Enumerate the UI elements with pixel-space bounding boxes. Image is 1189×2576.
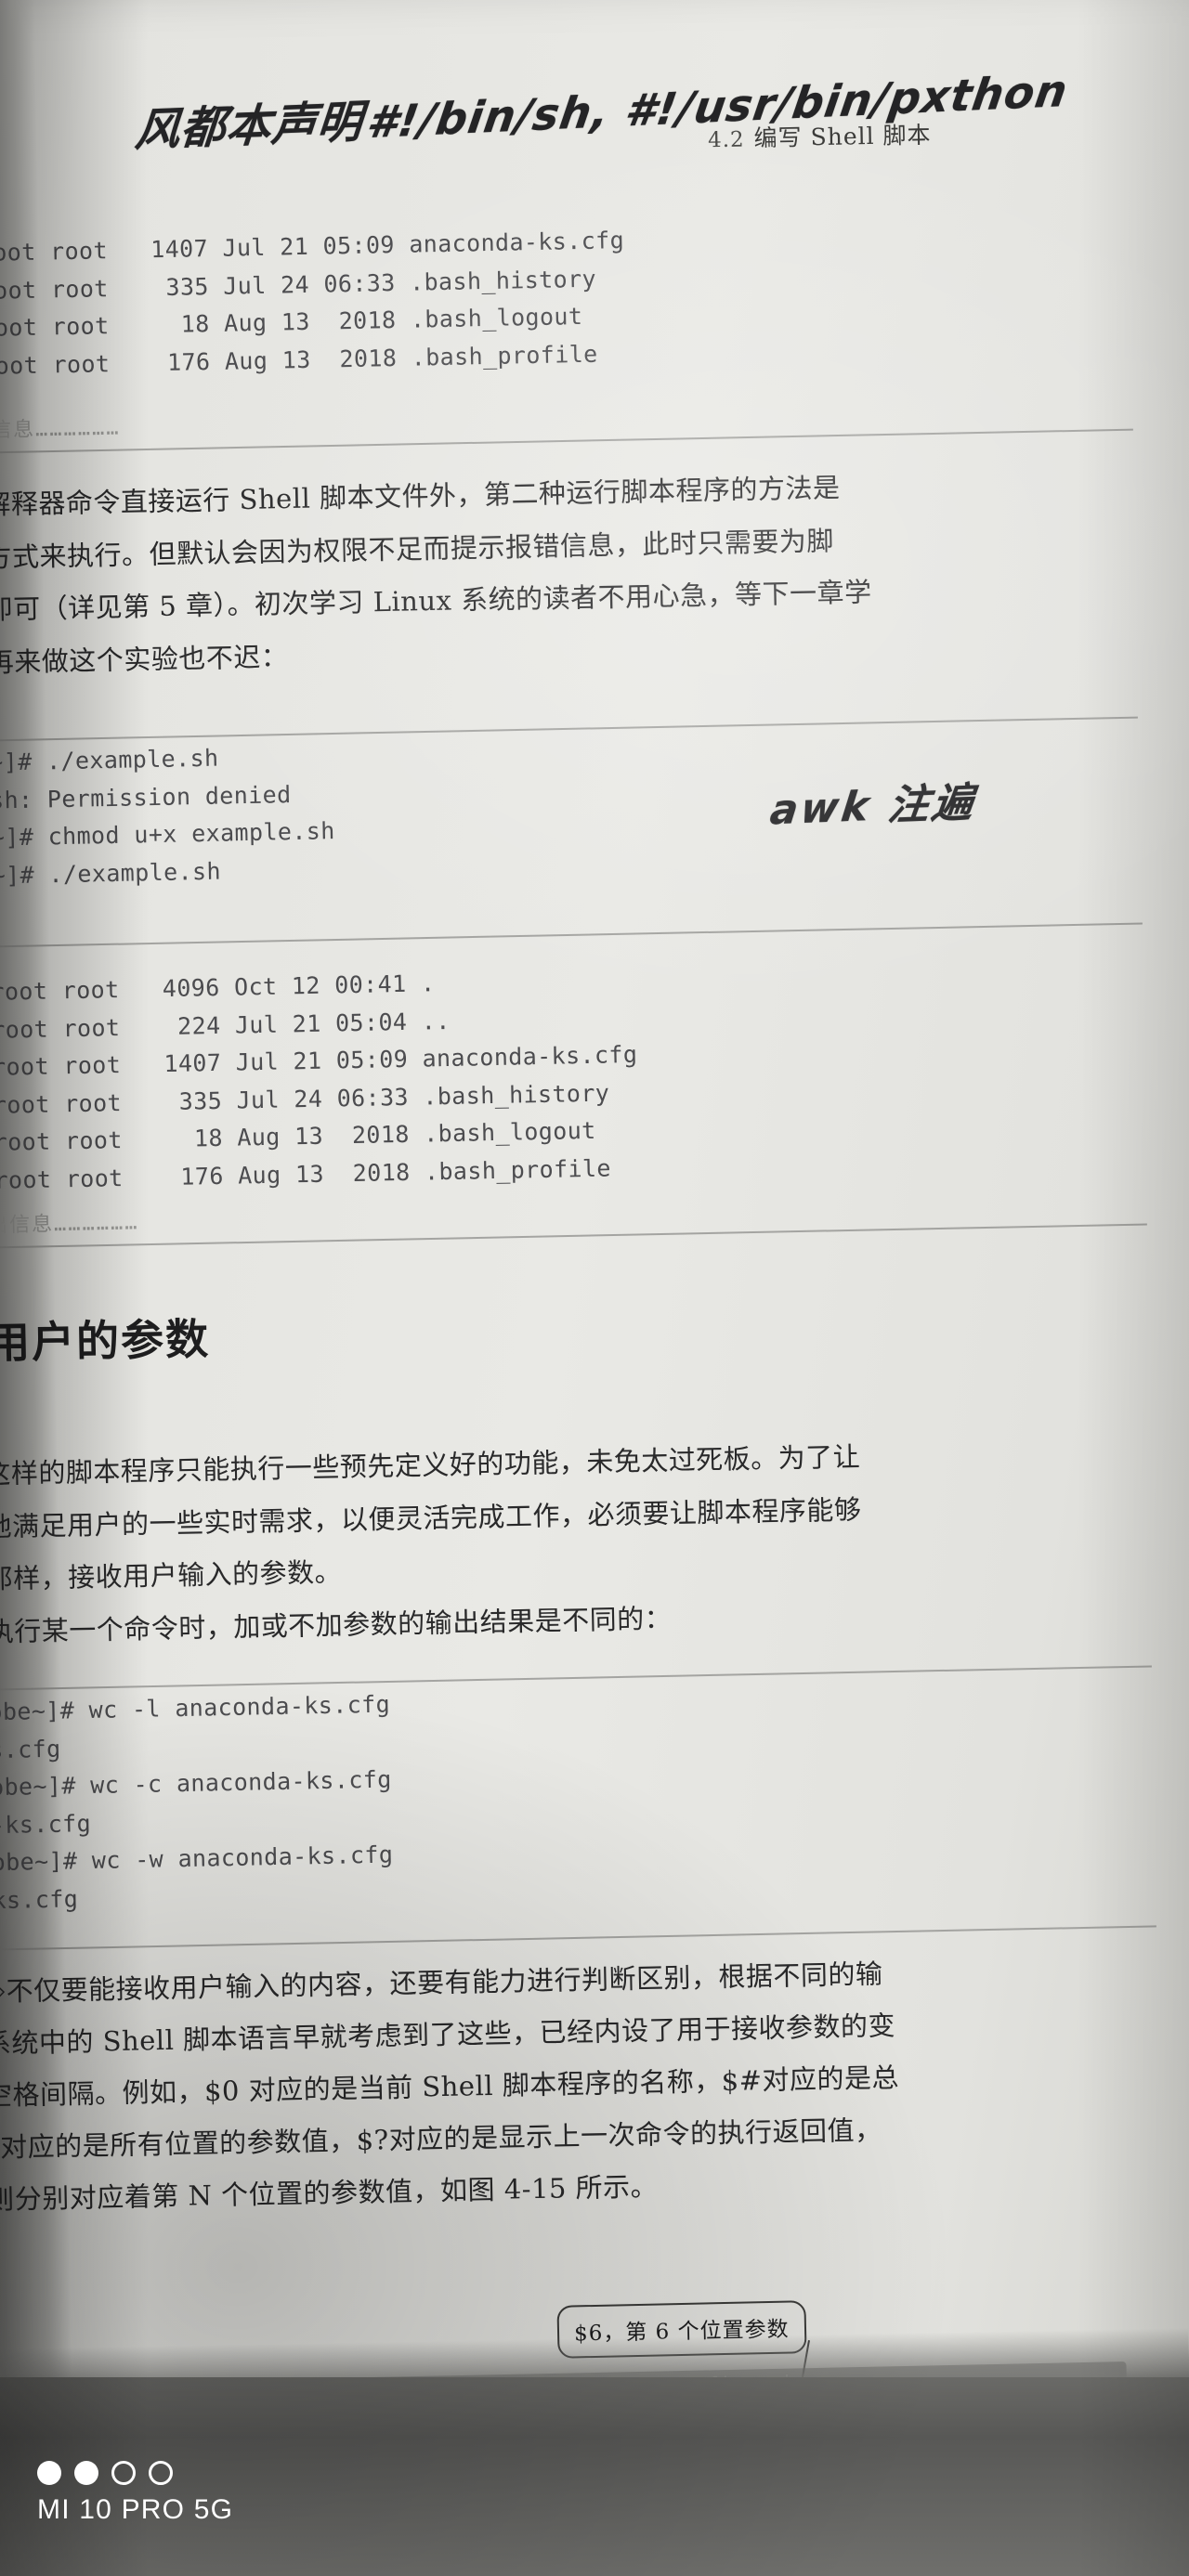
watermark-dots [37, 2461, 233, 2485]
watermark-model-text: MI 10 PRO 5G [37, 2494, 234, 2525]
section-heading: 用户的参数 [0, 1313, 211, 1369]
hrule-2 [0, 716, 1138, 742]
watermark-dot-2 [74, 2461, 98, 2485]
watermark-dot-4 [149, 2461, 173, 2485]
watermark-dot-1 [37, 2461, 61, 2485]
photographed-book-page: 4.2 编写 Shell 脚本 风都本声明 #!/bin/sh, #!/usr/b… [0, 0, 1189, 2576]
page-bleed-through [399, 1299, 486, 1329]
device-watermark: MI 10 PRO 5G [37, 2461, 233, 2526]
handwritten-note-1: 风都本声明 [133, 96, 365, 157]
hrule-4 [0, 1223, 1147, 1249]
handwritten-note-3: awk 注遍 [767, 778, 979, 835]
code-block-1-tail: 信息……………… [0, 416, 121, 443]
code-block-3: root root 4096 Oct 12 00:41 . root root … [0, 969, 638, 1194]
code-block-4: robe~]# wc -l anaconda-ks.cfg ks.cfg rob… [0, 1690, 394, 1914]
hrule-3 [0, 922, 1143, 948]
paragraph-3: ⇨不仅要能接收用户输入的内容，还要有能力进行判断区别，根据不同的输 系统中的 S… [0, 1958, 900, 2216]
hrule-6 [0, 1925, 1156, 1951]
hrule-5 [0, 1665, 1152, 1691]
paragraph-1: 解释器命令直接运行 Shell 脚本文件外，第二种运行脚本程序的方法是 方式来执… [0, 472, 872, 679]
hrule-1 [0, 428, 1133, 454]
code-block-1: root root 1407 Jul 21 05:09 anaconda-ks.… [0, 227, 625, 380]
paragraph-2: 这样的脚本程序只能执行一些预先定义好的功能，未免太过死板。为了让 地满足用户的一… [0, 1440, 862, 1648]
page-content: 4.2 编写 Shell 脚本 风都本声明 #!/bin/sh, #!/usr/b… [0, 0, 1189, 2576]
watermark-dot-3 [111, 2461, 136, 2485]
code-block-3-tail: 出信息……………… [0, 1211, 139, 1238]
code-block-2: e~]# ./example.sh .sh: Permission denied… [0, 744, 335, 890]
